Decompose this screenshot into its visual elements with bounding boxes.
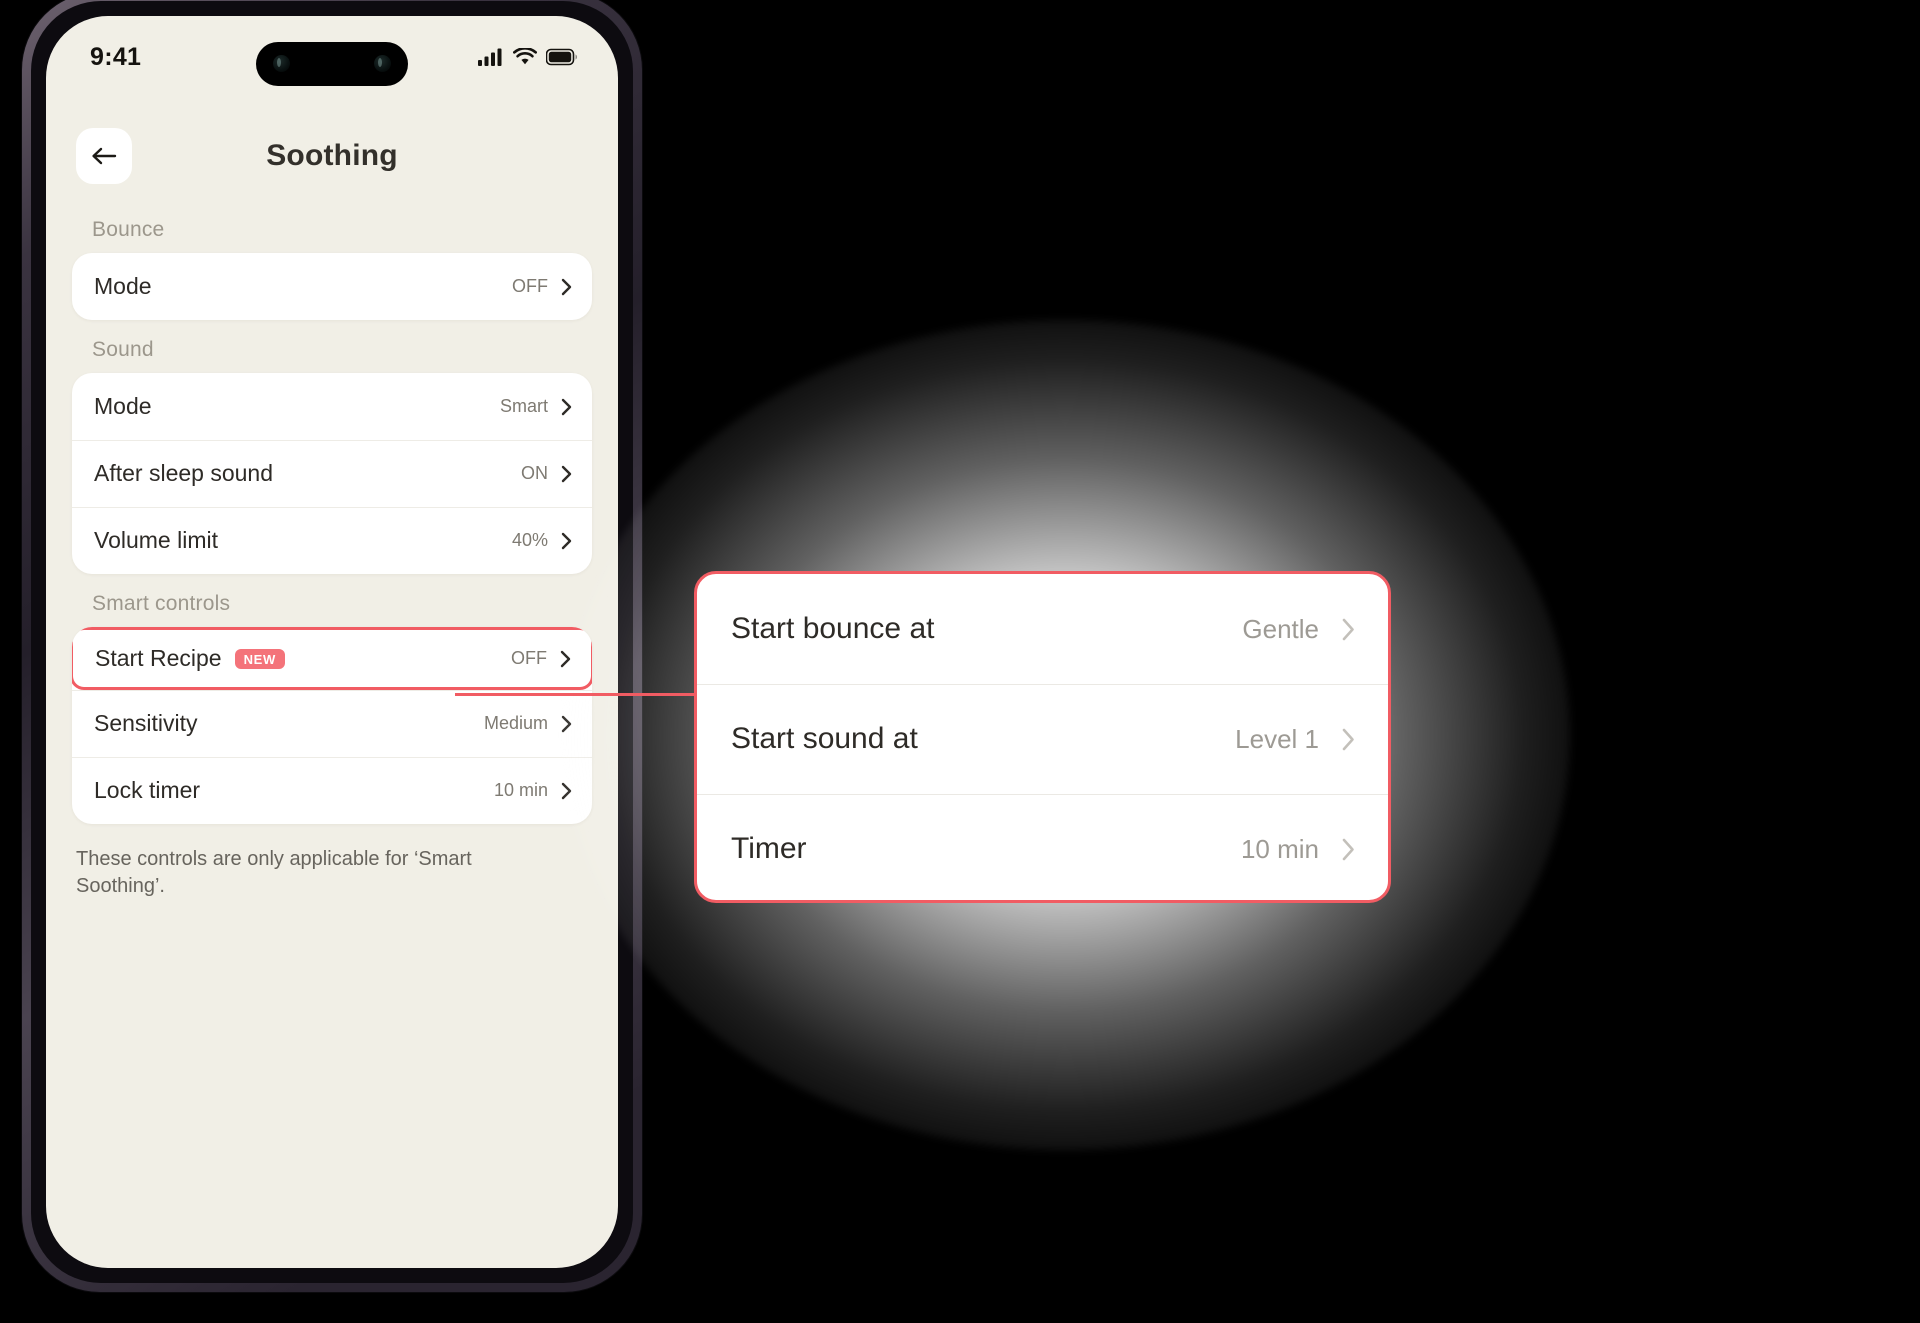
row-right: ON bbox=[521, 463, 572, 484]
row-value: 40% bbox=[511, 530, 548, 550]
back-arrow-icon bbox=[92, 147, 117, 165]
row-label: Mode bbox=[94, 273, 152, 299]
row-value: Smart bbox=[499, 396, 548, 416]
chevron-right-icon bbox=[561, 532, 572, 549]
row-label: Sensitivity bbox=[94, 710, 198, 736]
callout-row-label: Timer bbox=[731, 832, 807, 865]
section-card-bounce: Mode OFF bbox=[72, 253, 592, 320]
new-badge: NEW bbox=[234, 648, 285, 669]
callout-row-right: Gentle bbox=[1242, 614, 1356, 645]
settings-list: Bounce Mode OFF Sound Mode Smart After s… bbox=[46, 200, 618, 1268]
footer-note: These controls are only applicable for ‘… bbox=[76, 848, 472, 897]
section-card-sound: Mode Smart After sleep sound ON Volume l… bbox=[72, 373, 592, 574]
dynamic-island bbox=[256, 42, 408, 86]
face-id-sensor-icon bbox=[374, 55, 391, 72]
back-button[interactable] bbox=[76, 128, 132, 184]
row-sensitivity[interactable]: Sensitivity Medium bbox=[72, 690, 592, 757]
row-value: OFF bbox=[511, 648, 547, 668]
phone-screen: 9:41 Soothing Bounce Mode OFF Sound Mode… bbox=[46, 16, 618, 1268]
phone-device-frame: 9:41 Soothing Bounce Mode OFF Sound Mode… bbox=[22, 0, 642, 1292]
chevron-right-icon bbox=[561, 278, 572, 295]
row-right: Smart bbox=[500, 396, 572, 417]
row-right: OFF bbox=[511, 648, 571, 669]
status-icons bbox=[478, 48, 578, 66]
callout-row-start-bounce-at[interactable]: Start bounce at Gentle bbox=[697, 574, 1388, 684]
row-label: Lock timer bbox=[94, 777, 201, 803]
callout-row-right: Level 1 bbox=[1235, 724, 1356, 755]
section-label-sound: Sound bbox=[92, 338, 154, 361]
row-value: OFF bbox=[512, 276, 548, 296]
callout-row-start-sound-at[interactable]: Start sound at Level 1 bbox=[697, 684, 1388, 794]
callout-row-timer[interactable]: Timer 10 min bbox=[697, 794, 1388, 900]
callout-card: Start bounce at Gentle Start sound at Le… bbox=[694, 571, 1391, 903]
row-label: Volume limit bbox=[94, 527, 218, 553]
row-volume-limit[interactable]: Volume limit 40% bbox=[72, 507, 592, 574]
chevron-right-icon bbox=[560, 650, 571, 667]
row-label: Mode bbox=[94, 393, 152, 419]
section-card-smart-controls: Start Recipe NEW OFF Sensitivity Medium … bbox=[72, 627, 592, 824]
row-right: 40% bbox=[512, 530, 572, 551]
section-label-bounce: Bounce bbox=[92, 218, 165, 241]
battery-icon bbox=[546, 48, 577, 66]
row-right: 10 min bbox=[494, 780, 572, 801]
chevron-right-icon bbox=[561, 715, 572, 732]
row-right: OFF bbox=[512, 276, 572, 297]
app-header: Soothing bbox=[46, 120, 618, 192]
status-time: 9:41 bbox=[90, 42, 142, 71]
row-right: Medium bbox=[484, 713, 572, 734]
row-lock-timer[interactable]: Lock timer 10 min bbox=[72, 757, 592, 824]
row-value: Medium bbox=[483, 713, 548, 733]
row-label: After sleep sound bbox=[94, 460, 274, 486]
chevron-right-icon bbox=[561, 465, 572, 482]
chevron-right-icon bbox=[561, 782, 572, 799]
callout-row-value: 10 min bbox=[1240, 833, 1319, 864]
callout-row-label: Start bounce at bbox=[731, 612, 935, 645]
row-value: ON bbox=[521, 463, 548, 483]
row-start-recipe[interactable]: Start Recipe NEW OFF bbox=[72, 627, 592, 690]
row-after-sleep-sound[interactable]: After sleep sound ON bbox=[72, 440, 592, 507]
callout-row-right: 10 min bbox=[1241, 834, 1356, 865]
chevron-right-icon bbox=[1342, 728, 1354, 750]
callout-row-label: Start sound at bbox=[731, 722, 918, 755]
cellular-signal-icon bbox=[478, 48, 502, 66]
row-value: 10 min bbox=[493, 780, 548, 800]
callout-row-value: Level 1 bbox=[1235, 723, 1319, 754]
row-label: Start Recipe bbox=[95, 645, 222, 671]
chevron-right-icon bbox=[561, 398, 572, 415]
callout-connector-line bbox=[455, 693, 705, 696]
screenshot-stage: 9:41 Soothing Bounce Mode OFF Sound Mode… bbox=[0, 0, 1920, 1323]
front-camera-icon bbox=[273, 55, 290, 72]
row-bounce-mode[interactable]: Mode OFF bbox=[72, 253, 592, 320]
callout-row-value: Gentle bbox=[1242, 613, 1319, 644]
wifi-icon bbox=[513, 48, 537, 65]
section-label-smart-controls: Smart controls bbox=[92, 592, 231, 615]
row-sound-mode[interactable]: Mode Smart bbox=[72, 373, 592, 440]
chevron-right-icon bbox=[1342, 838, 1354, 860]
phone-bezel: 9:41 Soothing Bounce Mode OFF Sound Mode… bbox=[31, 1, 633, 1283]
chevron-right-icon bbox=[1342, 618, 1354, 640]
